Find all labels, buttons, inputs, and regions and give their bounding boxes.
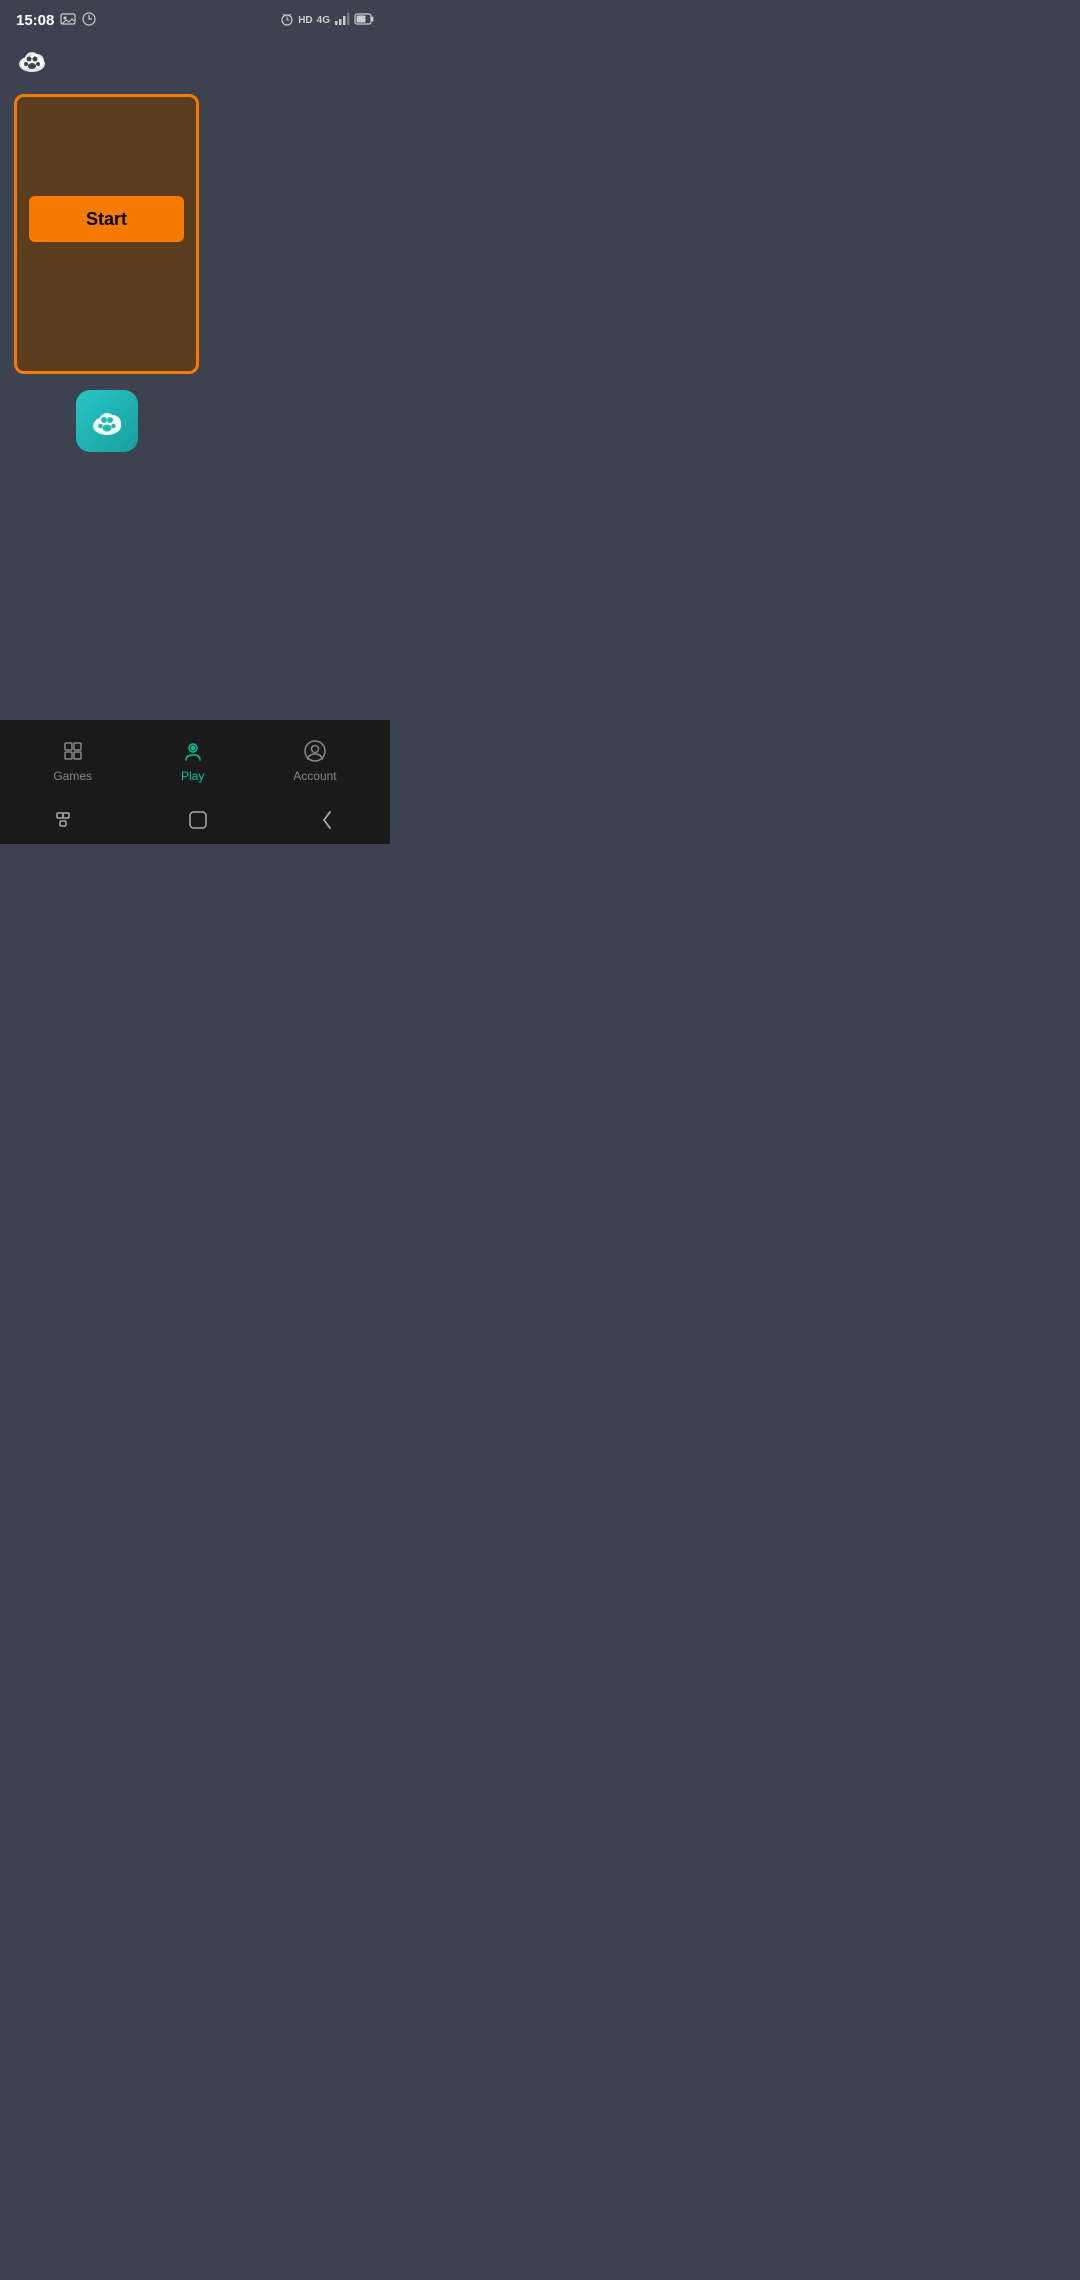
main-content: Start coc bbox=[0, 84, 390, 720]
nav-item-games[interactable]: Games bbox=[33, 731, 112, 789]
account-label: Account bbox=[293, 769, 336, 783]
bottom-nav: Games Play Account bbox=[0, 720, 390, 800]
hd-badge: HD bbox=[298, 15, 312, 26]
game-card-wrapper: Start coc bbox=[14, 94, 199, 426]
status-left: 15:08 bbox=[16, 12, 96, 29]
status-time: 15:08 bbox=[16, 12, 54, 29]
app-icon-badge bbox=[76, 390, 138, 452]
recents-button[interactable] bbox=[56, 812, 76, 828]
gallery-icon bbox=[60, 12, 76, 29]
account-icon bbox=[301, 737, 329, 765]
clock-icon bbox=[82, 12, 96, 29]
status-right: HD 4G bbox=[280, 12, 374, 29]
battery-icon bbox=[354, 13, 374, 28]
play-icon bbox=[179, 737, 207, 765]
app-logo bbox=[14, 42, 50, 78]
nav-item-account[interactable]: Account bbox=[273, 731, 356, 789]
alarm-icon bbox=[280, 12, 294, 29]
status-bar: 15:08 HD 4G bbox=[0, 0, 390, 36]
start-button[interactable]: Start bbox=[29, 196, 184, 242]
system-nav-bar bbox=[0, 800, 390, 844]
back-button[interactable] bbox=[320, 810, 334, 830]
games-icon bbox=[59, 737, 87, 765]
play-label: Play bbox=[181, 769, 204, 783]
home-button[interactable] bbox=[189, 811, 207, 829]
games-label: Games bbox=[53, 769, 92, 783]
app-header bbox=[0, 36, 390, 84]
game-card: Start bbox=[14, 94, 199, 374]
signal-icon bbox=[334, 13, 350, 28]
nav-item-play[interactable]: Play bbox=[159, 731, 227, 789]
network-badge: 4G bbox=[317, 15, 330, 26]
